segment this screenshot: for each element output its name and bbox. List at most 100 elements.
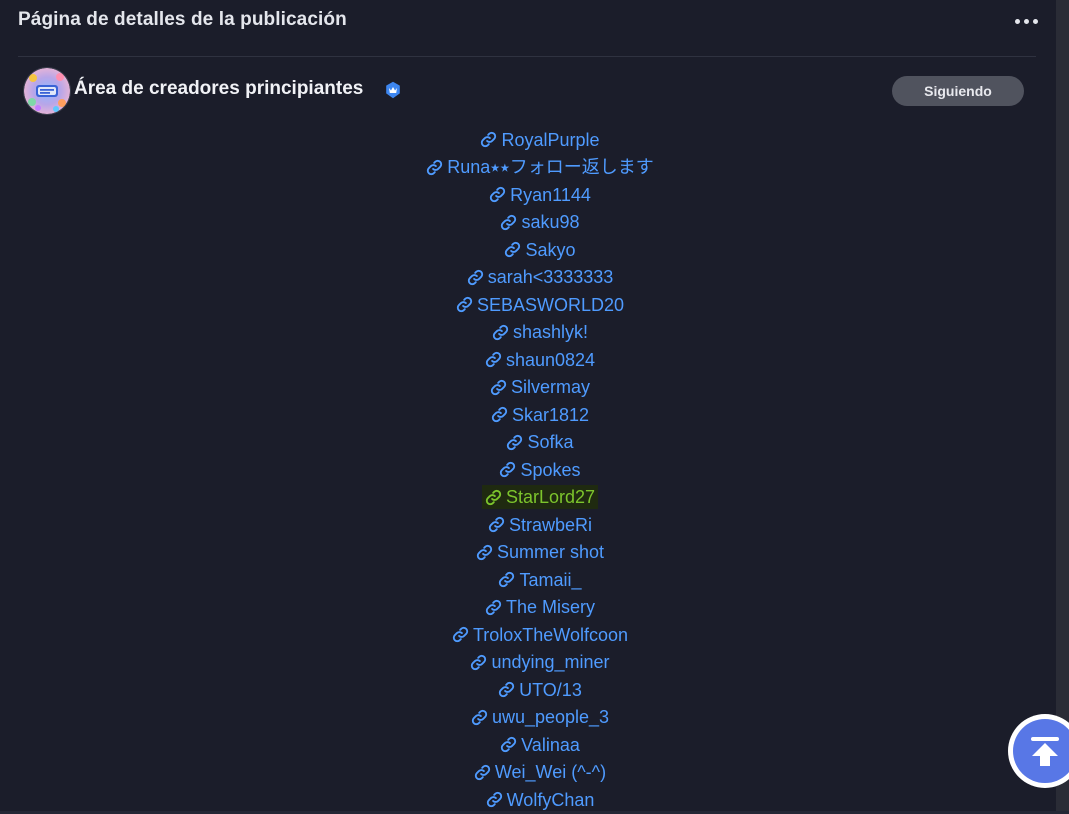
following-button[interactable]: Siguiendo bbox=[892, 76, 1024, 106]
member-list-item: shaun0824 bbox=[300, 346, 780, 374]
member-link[interactable]: UTO/13 bbox=[495, 678, 585, 702]
member-link[interactable]: TroloxTheWolfcoon bbox=[449, 623, 631, 647]
link-icon bbox=[476, 544, 493, 560]
member-list-item: Sakyo bbox=[300, 236, 780, 264]
member-link[interactable]: WolfyChan bbox=[483, 788, 598, 812]
scroll-to-top-inner bbox=[1013, 719, 1069, 783]
member-link[interactable]: Sofka bbox=[503, 430, 576, 454]
more-horizontal-icon bbox=[1014, 18, 1020, 24]
member-link[interactable]: RoyalPurple bbox=[477, 128, 602, 152]
member-list-item: SEBASWORLD20 bbox=[300, 291, 780, 319]
member-link[interactable]: uwu_people_3 bbox=[468, 705, 612, 729]
member-name: TroloxTheWolfcoon bbox=[472, 624, 629, 645]
member-link[interactable]: Runa⭑⭑フォロー返します bbox=[423, 155, 656, 179]
member-list-item: sarah<3333333 bbox=[300, 264, 780, 292]
avatar-image-icon bbox=[24, 68, 70, 114]
member-link[interactable]: Ryan1144 bbox=[486, 183, 594, 207]
member-name: Wei_Wei (^-^) bbox=[494, 762, 607, 783]
link-icon bbox=[485, 599, 502, 615]
member-list: RoyalPurple Runa⭑⭑フォロー返します Ryan1144 saku98 S… bbox=[300, 126, 780, 814]
member-list-item: Silvermay bbox=[300, 374, 780, 402]
verified-badge-icon bbox=[386, 81, 400, 99]
post-details-page: Página de detalles de la publicación Áre… bbox=[0, 0, 1069, 814]
community-name[interactable]: Área de creadores principiantes bbox=[74, 78, 363, 100]
member-link[interactable]: StrawbeRi bbox=[485, 513, 595, 537]
member-list-item: uwu_people_3 bbox=[300, 704, 780, 732]
link-icon bbox=[507, 434, 523, 450]
member-link[interactable]: Summer shot bbox=[473, 540, 607, 564]
member-list-item: Tamaii_ bbox=[300, 566, 780, 594]
member-name: Tamaii_ bbox=[519, 569, 582, 590]
member-list-item: RoyalPurple bbox=[300, 126, 780, 154]
member-name: uwu_people_3 bbox=[491, 707, 610, 728]
member-name: Ryan1144 bbox=[510, 184, 591, 205]
member-list-item: StarLord27 bbox=[300, 484, 780, 512]
link-icon bbox=[471, 709, 488, 725]
member-link[interactable]: sarah<3333333 bbox=[464, 265, 617, 289]
link-icon bbox=[490, 187, 506, 203]
member-link[interactable]: SEBASWORLD20 bbox=[453, 293, 627, 317]
member-list-item: Spokes bbox=[300, 456, 780, 484]
member-list-item: Runa⭑⭑フォロー返します bbox=[300, 154, 780, 182]
member-name: RoyalPurple bbox=[501, 129, 600, 150]
member-list-item: Wei_Wei (^-^) bbox=[300, 759, 780, 787]
header-divider bbox=[18, 56, 1036, 57]
member-name: shaun0824 bbox=[505, 349, 596, 370]
link-icon bbox=[488, 517, 505, 533]
member-name: StrawbeRi bbox=[508, 514, 593, 535]
member-link[interactable]: Silvermay bbox=[487, 375, 593, 399]
member-link[interactable]: shaun0824 bbox=[482, 348, 598, 372]
member-name: WolfyChan bbox=[506, 789, 595, 810]
scrollbar-track[interactable] bbox=[1056, 0, 1069, 814]
link-icon bbox=[467, 269, 483, 285]
member-name: Sakyo bbox=[525, 239, 576, 260]
member-link[interactable]: Sakyo bbox=[501, 238, 578, 262]
member-link[interactable]: Skar1812 bbox=[488, 403, 592, 427]
member-link[interactable]: shashlyk! bbox=[489, 320, 591, 344]
link-icon bbox=[499, 682, 515, 698]
scroll-to-top-button[interactable] bbox=[1008, 714, 1069, 788]
member-name: undying_miner bbox=[491, 652, 610, 673]
arrow-up-to-top-icon bbox=[1031, 737, 1059, 766]
member-name: StarLord27 bbox=[505, 487, 596, 508]
member-list-item: The Misery bbox=[300, 594, 780, 622]
member-list-item: TroloxTheWolfcoon bbox=[300, 621, 780, 649]
link-icon bbox=[471, 654, 487, 670]
member-list-item: Sofka bbox=[300, 429, 780, 457]
member-list-item: Skar1812 bbox=[300, 401, 780, 429]
member-name: Valinaa bbox=[521, 734, 580, 755]
link-icon bbox=[501, 214, 517, 230]
member-link[interactable]: Wei_Wei (^-^) bbox=[471, 760, 609, 784]
more-options-button[interactable] bbox=[1008, 8, 1044, 34]
member-name: SEBASWORLD20 bbox=[476, 294, 625, 315]
link-icon bbox=[490, 379, 507, 395]
member-name: Summer shot bbox=[496, 542, 605, 563]
member-link[interactable]: saku98 bbox=[497, 210, 582, 234]
link-icon bbox=[474, 764, 490, 780]
link-icon bbox=[492, 324, 509, 340]
member-name: sarah<3333333 bbox=[487, 267, 614, 288]
community-avatar[interactable] bbox=[24, 68, 70, 114]
member-list-item: saku98 bbox=[300, 209, 780, 237]
link-icon bbox=[456, 297, 473, 313]
top-bar: Página de detalles de la publicación bbox=[0, 0, 1056, 44]
member-link[interactable]: The Misery bbox=[482, 595, 598, 619]
link-icon bbox=[491, 407, 508, 423]
member-link[interactable]: Spokes bbox=[496, 458, 583, 482]
link-icon bbox=[501, 737, 517, 753]
link-icon bbox=[499, 572, 515, 588]
member-list-item: Ryan1144 bbox=[300, 181, 780, 209]
member-link[interactable]: StarLord27 bbox=[481, 485, 599, 510]
member-name: UTO/13 bbox=[519, 679, 582, 700]
member-name: saku98 bbox=[521, 212, 580, 233]
link-icon bbox=[486, 792, 502, 808]
member-list-item: undying_miner bbox=[300, 649, 780, 677]
member-link[interactable]: undying_miner bbox=[467, 650, 612, 674]
member-list-item: Summer shot bbox=[300, 539, 780, 567]
member-list-item: UTO/13 bbox=[300, 676, 780, 704]
member-list-item: Valinaa bbox=[300, 731, 780, 759]
member-name: shashlyk! bbox=[512, 322, 589, 343]
member-name: Silvermay bbox=[510, 377, 590, 398]
member-link[interactable]: Tamaii_ bbox=[495, 568, 584, 592]
member-link[interactable]: Valinaa bbox=[497, 733, 583, 757]
